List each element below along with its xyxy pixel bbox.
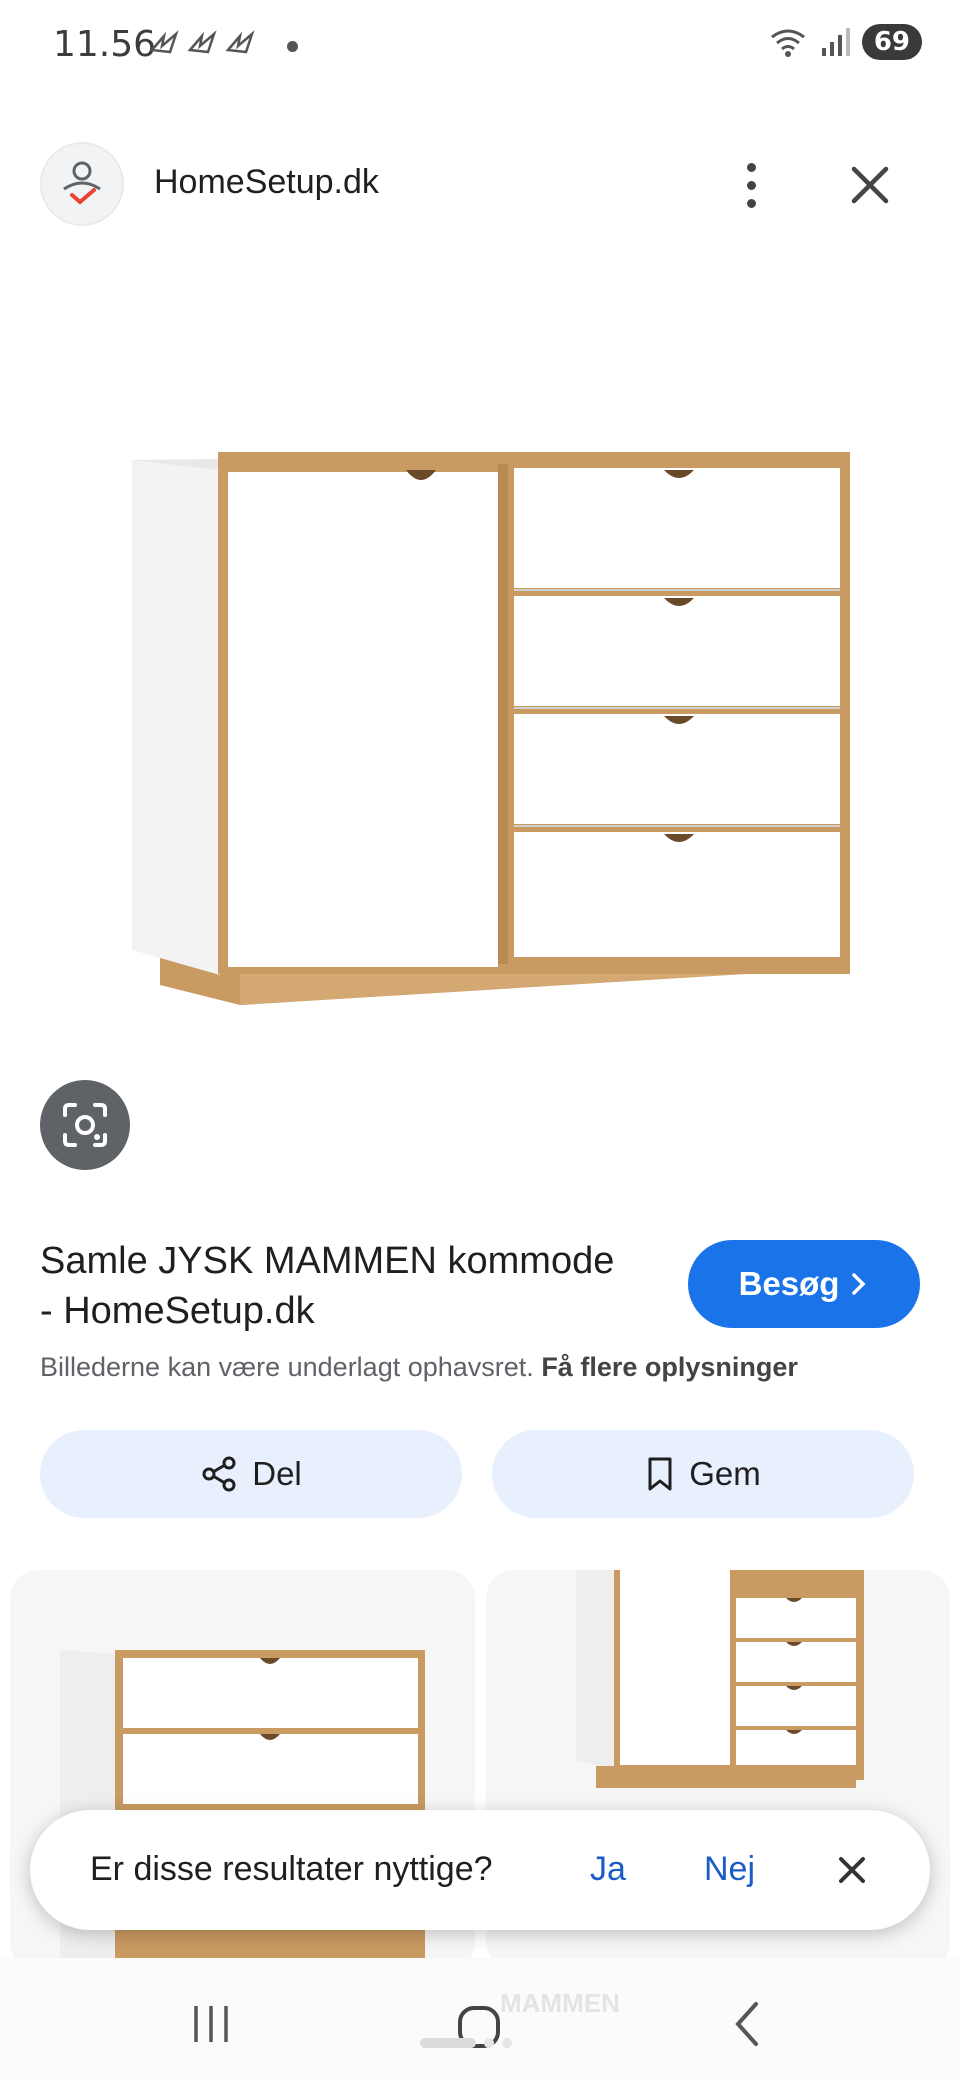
lens-search-button[interactable]: [40, 1080, 130, 1170]
system-nav-bar: MAMMEN: [0, 1958, 960, 2080]
watermark-text: MAMMEN: [500, 1988, 620, 2018]
result-title-line2: - HomeSetup.dk: [40, 1290, 315, 1332]
more-vert-dot: [746, 180, 756, 190]
share-button[interactable]: Del: [40, 1430, 462, 1518]
page-indicator-dot: [484, 2038, 494, 2048]
visit-label: Besøg: [738, 1265, 840, 1302]
more-vert-dot: [746, 198, 756, 208]
person-check-icon: [63, 161, 101, 205]
battery-indicator: 69: [861, 24, 922, 60]
lens-icon: [63, 1103, 107, 1147]
page-indicator-dot: [502, 2038, 512, 2048]
recents-icon[interactable]: [190, 2004, 232, 2044]
bird-notification-icon: [149, 30, 255, 54]
back-icon[interactable]: [730, 2000, 764, 2048]
notification-dot: [287, 41, 298, 52]
more-options-button[interactable]: [726, 150, 776, 220]
notification-icons: [149, 28, 270, 66]
product-image[interactable]: [90, 420, 870, 1050]
chevron-right-icon: [852, 1273, 866, 1295]
feedback-no-button[interactable]: Nej: [704, 1850, 755, 1889]
more-vert-icon: [746, 162, 756, 172]
save-label: Gem: [689, 1455, 761, 1492]
feedback-yes-button[interactable]: Ja: [590, 1850, 626, 1889]
feedback-question: Er disse resultater nyttige?: [90, 1850, 493, 1888]
save-button[interactable]: Gem: [492, 1430, 914, 1518]
visit-button[interactable]: Besøg: [688, 1240, 920, 1328]
copyright-notice: Billederne kan være underlagt ophavsret.…: [40, 1352, 798, 1383]
copyright-text: Billederne kan være underlagt ophavsret.: [40, 1352, 534, 1382]
bookmark-icon: [648, 1457, 672, 1491]
more-info-link[interactable]: Få flere oplysninger: [541, 1352, 798, 1382]
close-icon[interactable]: [840, 155, 900, 215]
page-indicator-active: [420, 2038, 476, 2048]
status-right: 69: [768, 24, 922, 60]
signal-icon: [821, 28, 850, 56]
wifi-icon: [770, 29, 805, 57]
share-label: Del: [252, 1455, 302, 1492]
share-icon: [202, 1456, 236, 1492]
feedback-prompt: Er disse resultater nyttige? Ja Nej: [30, 1810, 930, 1930]
site-logo: [40, 142, 124, 226]
result-title[interactable]: Samle JYSK MAMMEN kommode - HomeSetup.dk: [40, 1236, 680, 1336]
status-time: 11.56: [53, 24, 157, 65]
feedback-close-icon[interactable]: [830, 1848, 874, 1892]
site-name[interactable]: HomeSetup.dk: [154, 163, 379, 202]
status-bar: 11.56 69: [0, 0, 960, 90]
result-title-line1: Samle JYSK MAMMEN kommode: [40, 1240, 615, 1282]
